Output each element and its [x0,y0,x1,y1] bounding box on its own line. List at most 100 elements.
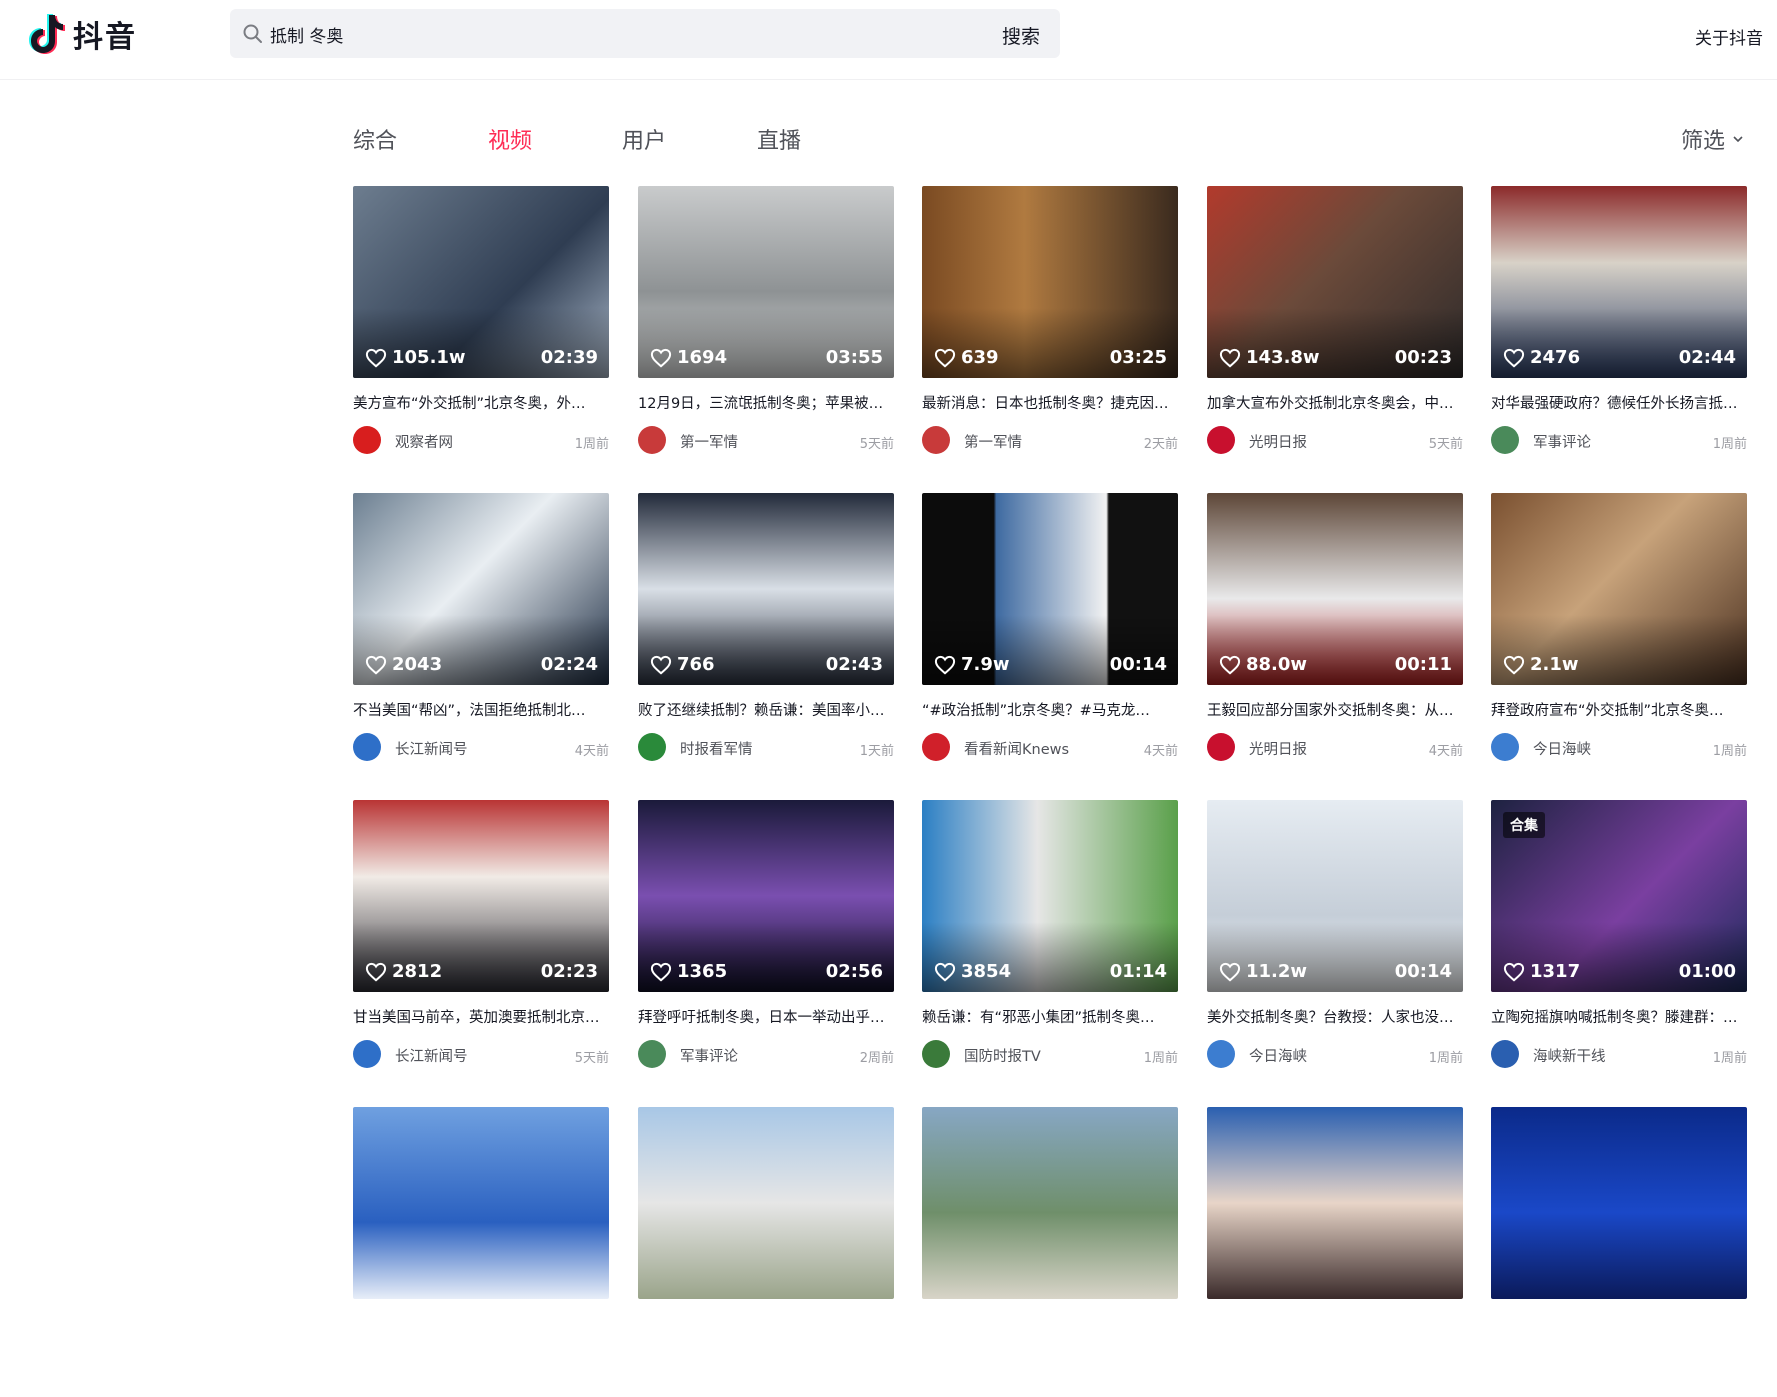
video-title[interactable]: 拜登政府宣布“外交抵制”北京冬奥… [1491,699,1747,720]
video-card[interactable]: 143.8w 00:23 加拿大宣布外交抵制北京冬奥会，中… 光明日报 5天前 [1207,186,1463,476]
author-avatar[interactable] [1207,426,1235,454]
author-avatar[interactable] [353,733,381,761]
video-thumbnail[interactable] [638,1107,894,1299]
video-thumbnail[interactable] [1207,1107,1463,1299]
video-meta: 军事评论 1周前 [1491,426,1747,456]
author-name[interactable]: 观察者网 [395,431,453,452]
collection-badge: 合集 [1503,812,1545,838]
video-title[interactable]: 王毅回应部分国家外交抵制冬奥：从… [1207,699,1463,720]
douyin-logo[interactable]: 抖音 [27,12,137,56]
video-card[interactable]: 2.1w 拜登政府宣布“外交抵制”北京冬奥… 今日海峡 1周前 [1491,493,1747,783]
video-card[interactable] [1491,1107,1747,1397]
video-title[interactable]: 甘当美国马前卒，英加澳要抵制北京… [353,1006,609,1027]
author-name[interactable]: 时报看军情 [680,738,753,759]
video-title[interactable]: 美方宣布“外交抵制”北京冬奥，外… [353,392,609,413]
author-name[interactable]: 海峡新干线 [1533,1045,1606,1066]
video-title[interactable]: 赖岳谦：有“邪恶小集团”抵制冬奥… [922,1006,1178,1027]
video-card[interactable]: 1365 02:56 拜登呼吁抵制冬奥，日本一举动出乎… 军事评论 2周前 [638,800,894,1090]
tab-live[interactable]: 直播 [757,123,801,155]
author-avatar[interactable] [1207,733,1235,761]
author-name[interactable]: 光明日报 [1249,431,1307,452]
video-card[interactable] [922,1107,1178,1397]
author-avatar[interactable] [1491,426,1519,454]
heart-icon [934,655,956,674]
video-thumbnail[interactable]: 11.2w 00:14 [1207,800,1463,992]
video-card[interactable]: 1694 03:55 12月9日，三流氓抵制冬奥；苹果被… 第一军情 5天前 [638,186,894,476]
video-thumbnail[interactable]: 3854 01:14 [922,800,1178,992]
author-avatar[interactable] [922,426,950,454]
video-card[interactable] [1207,1107,1463,1397]
video-card[interactable]: 766 02:43 败了还继续抵制？赖岳谦：美国率小… 时报看军情 1天前 [638,493,894,783]
author-avatar[interactable] [638,426,666,454]
video-thumbnail[interactable]: 88.0w 00:11 [1207,493,1463,685]
video-title[interactable]: 败了还继续抵制？赖岳谦：美国率小… [638,699,894,720]
video-card[interactable]: 2476 02:44 对华最强硬政府？德候任外长扬言抵… 军事评论 1周前 [1491,186,1747,476]
video-meta: 今日海峡 1周前 [1207,1040,1463,1070]
video-title[interactable]: 立陶宛摇旗呐喊抵制冬奥？滕建群：… [1491,1006,1747,1027]
video-card[interactable]: 88.0w 00:11 王毅回应部分国家外交抵制冬奥：从… 光明日报 4天前 [1207,493,1463,783]
video-title[interactable]: 不当美国“帮凶”，法国拒绝抵制北… [353,699,609,720]
video-card[interactable]: 合集 1317 01:00 立陶宛摇旗呐喊抵制冬奥？滕建群：… 海峡新干线 1周前 [1491,800,1747,1090]
video-thumbnail[interactable]: 105.1w 02:39 [353,186,609,378]
tab-general[interactable]: 综合 [353,123,397,155]
author-name[interactable]: 看看新闻Knews [964,738,1069,759]
author-name[interactable]: 长江新闻号 [395,1045,468,1066]
tab-users[interactable]: 用户 [622,123,666,155]
author-avatar[interactable] [638,733,666,761]
video-thumbnail[interactable]: 7.9w 00:14 [922,493,1178,685]
video-thumbnail[interactable]: 2.1w [1491,493,1747,685]
author-avatar[interactable] [638,1040,666,1068]
author-avatar[interactable] [922,733,950,761]
author-name[interactable]: 军事评论 [680,1045,738,1066]
video-thumbnail[interactable] [1491,1107,1747,1299]
author-avatar[interactable] [1491,1040,1519,1068]
video-card[interactable]: 2812 02:23 甘当美国马前卒，英加澳要抵制北京… 长江新闻号 5天前 [353,800,609,1090]
author-avatar[interactable] [922,1040,950,1068]
author-name[interactable]: 国防时报TV [964,1045,1041,1066]
video-card[interactable]: 3854 01:14 赖岳谦：有“邪恶小集团”抵制冬奥… 国防时报TV 1周前 [922,800,1178,1090]
author-avatar[interactable] [353,426,381,454]
video-title[interactable]: 最新消息：日本也抵制冬奥？捷克因… [922,392,1178,413]
author-name[interactable]: 光明日报 [1249,738,1307,759]
video-title[interactable]: “#政治抵制”北京冬奥？#马克龙… [922,699,1178,720]
search-button[interactable]: 搜索 [1002,22,1040,49]
author-name[interactable]: 第一军情 [964,431,1022,452]
author-name[interactable]: 军事评论 [1533,431,1591,452]
video-card[interactable]: 11.2w 00:14 美外交抵制冬奥？台教授：人家也没… 今日海峡 1周前 [1207,800,1463,1090]
video-thumbnail[interactable]: 合集 1317 01:00 [1491,800,1747,992]
about-douyin-link[interactable]: 关于抖音 [1695,24,1763,49]
video-thumbnail[interactable]: 1694 03:55 [638,186,894,378]
author-name[interactable]: 长江新闻号 [395,738,468,759]
video-title[interactable]: 对华最强硬政府？德候任外长扬言抵… [1491,392,1747,413]
video-card[interactable]: 2043 02:24 不当美国“帮凶”，法国拒绝抵制北… 长江新闻号 4天前 [353,493,609,783]
video-thumbnail[interactable]: 143.8w 00:23 [1207,186,1463,378]
author-name[interactable]: 今日海峡 [1533,738,1591,759]
video-card[interactable]: 105.1w 02:39 美方宣布“外交抵制”北京冬奥，外… 观察者网 1周前 [353,186,609,476]
video-card[interactable] [638,1107,894,1397]
video-card[interactable] [353,1107,609,1397]
search-input[interactable] [268,17,972,51]
video-thumbnail[interactable] [353,1107,609,1299]
like-count-value: 1317 [1530,961,1581,982]
video-duration: 01:00 [1678,961,1736,982]
video-title[interactable]: 12月9日，三流氓抵制冬奥；苹果被… [638,392,894,413]
video-card[interactable]: 639 03:25 最新消息：日本也抵制冬奥？捷克因… 第一军情 2天前 [922,186,1178,476]
video-thumbnail[interactable]: 1365 02:56 [638,800,894,992]
video-thumbnail[interactable]: 2812 02:23 [353,800,609,992]
video-card[interactable]: 7.9w 00:14 “#政治抵制”北京冬奥？#马克龙… 看看新闻Knews 4天前 [922,493,1178,783]
video-title[interactable]: 美外交抵制冬奥？台教授：人家也没… [1207,1006,1463,1027]
video-thumbnail[interactable]: 2043 02:24 [353,493,609,685]
author-avatar[interactable] [1491,733,1519,761]
video-thumbnail[interactable]: 639 03:25 [922,186,1178,378]
author-avatar[interactable] [353,1040,381,1068]
video-title[interactable]: 拜登呼吁抵制冬奥，日本一举动出乎… [638,1006,894,1027]
tab-videos[interactable]: 视频 [488,123,532,155]
author-avatar[interactable] [1207,1040,1235,1068]
video-thumbnail[interactable] [922,1107,1178,1299]
video-title[interactable]: 加拿大宣布外交抵制北京冬奥会，中… [1207,392,1463,413]
author-name[interactable]: 第一军情 [680,431,738,452]
author-name[interactable]: 今日海峡 [1249,1045,1307,1066]
filter-dropdown[interactable]: 筛选 [1681,123,1745,155]
video-thumbnail[interactable]: 2476 02:44 [1491,186,1747,378]
video-thumbnail[interactable]: 766 02:43 [638,493,894,685]
